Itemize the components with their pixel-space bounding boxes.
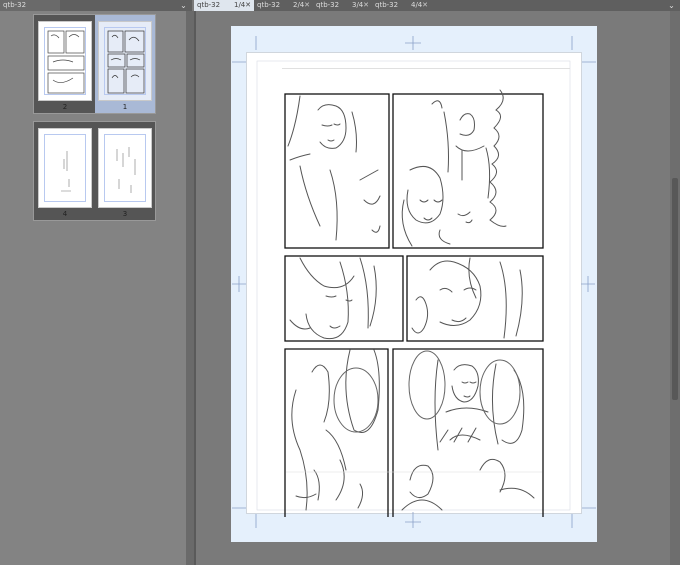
panel-splitter[interactable] (186, 11, 194, 565)
document-tab-2[interactable]: qtb-32 2/4 ✕ (254, 0, 313, 11)
sketch-preview (107, 30, 145, 94)
panel-border (194, 11, 196, 565)
thumbnail-spread-2[interactable]: 4 3 (33, 121, 156, 221)
chevron-down-icon[interactable]: ⌄ (666, 0, 677, 11)
left-tab[interactable]: qtb-32 (0, 0, 60, 11)
tab-page: 2/4 (293, 1, 305, 9)
tab-label: qtb-32 (375, 1, 399, 9)
chevron-down-icon[interactable]: ⌄ (178, 0, 189, 11)
close-icon[interactable]: ✕ (422, 0, 428, 11)
page-thumbnail-3[interactable] (98, 128, 152, 208)
page-thumbnail-2[interactable] (38, 21, 92, 101)
document-tab-4[interactable]: qtb-32 4/4 ✕ (372, 0, 431, 11)
document-tab-3[interactable]: qtb-32 3/4 ✕ (313, 0, 372, 11)
page-thumbnail-4[interactable] (38, 128, 92, 208)
tab-page: 3/4 (352, 1, 364, 9)
page-number: 1 (122, 103, 128, 111)
tab-label: qtb-32 (257, 1, 281, 9)
sketch-preview (61, 151, 71, 192)
tab-page: 1/4 (234, 1, 246, 9)
thumbnail-spread-1[interactable]: 2 1 (33, 14, 156, 114)
close-icon[interactable]: ✕ (245, 0, 251, 11)
page-number: 3 (122, 210, 128, 218)
tab-page: 4/4 (411, 1, 423, 9)
page-number: 4 (62, 210, 68, 218)
scrollbar-thumb[interactable] (672, 178, 678, 400)
close-icon[interactable]: ✕ (363, 0, 369, 11)
manga-page[interactable] (246, 52, 582, 514)
document-tab-bar: qtb-32 1/4 ✕ qtb-32 2/4 ✕ qtb-32 3/4 ✕ q… (194, 0, 680, 11)
left-tab-bar: qtb-32 ⌄ (0, 0, 192, 11)
left-tab-label: qtb-32 (3, 1, 27, 9)
document-tab-1[interactable]: qtb-32 1/4 ✕ (194, 0, 254, 11)
tab-label: qtb-32 (316, 1, 340, 9)
tab-label: qtb-32 (197, 1, 221, 9)
sketch-preview (116, 147, 136, 193)
sketch-preview (47, 30, 85, 94)
close-icon[interactable]: ✕ (304, 0, 310, 11)
page-thumbnail-1[interactable] (98, 21, 152, 101)
page-number: 2 (62, 103, 68, 111)
